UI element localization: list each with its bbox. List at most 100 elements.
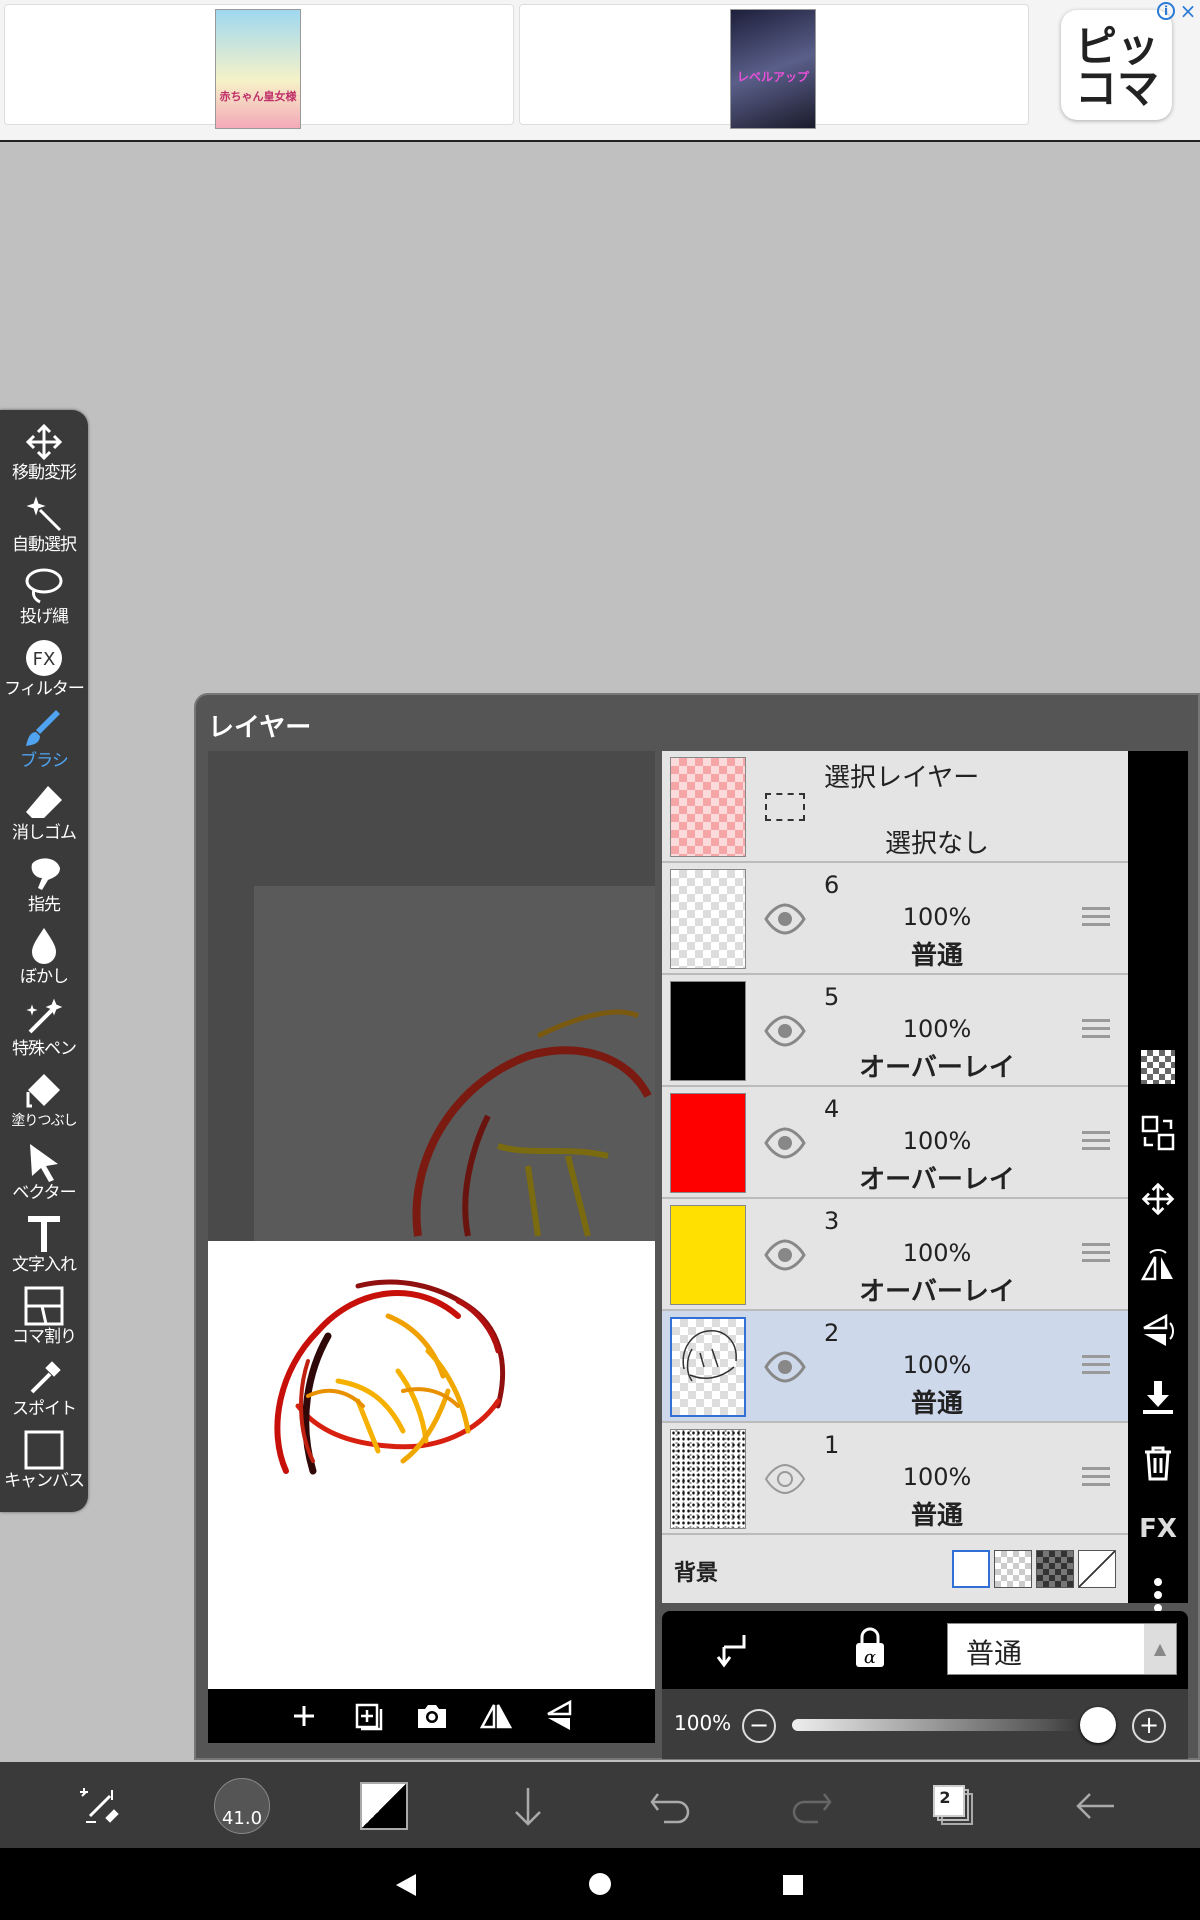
flip-vertical-button[interactable] <box>541 1697 579 1735</box>
layer-number: 5 <box>824 983 840 1011</box>
layer-row[interactable]: 6 100% 普通 <box>662 863 1128 975</box>
swap-layer-button[interactable] <box>1138 1113 1178 1153</box>
duplicate-layer-button[interactable] <box>349 1697 387 1735</box>
tool-special-pen[interactable]: 特殊ペン <box>0 998 88 1070</box>
layer-number: 6 <box>824 871 840 899</box>
tool-smudge[interactable]: 指先 <box>0 854 88 926</box>
blend-mode-select[interactable]: 普通 ▲ <box>947 1623 1177 1675</box>
layer-blend-mode: オーバーレイ <box>859 1165 1015 1195</box>
tool-blur[interactable]: ぼかし <box>0 926 88 998</box>
ad-banner[interactable]: 赤ちゃん皇女様 レベルアップ ピッ コマ i × <box>0 0 1200 142</box>
visibility-eye-icon[interactable] <box>764 1125 806 1161</box>
add-layer-button[interactable] <box>285 1697 323 1735</box>
drag-handle-icon[interactable] <box>1082 1355 1110 1379</box>
flip-layer-horizontal-button[interactable] <box>1138 1245 1178 1285</box>
background-white-option[interactable] <box>952 1550 990 1588</box>
layer-row[interactable]: 1 100% 普通 <box>662 1423 1128 1535</box>
canvas-sketch <box>274 1279 506 1475</box>
quick-menu-button[interactable] <box>70 1776 130 1836</box>
tool-label: ぼかし <box>20 967 69 987</box>
sketch-thumbnail <box>682 1330 737 1382</box>
download-button[interactable] <box>498 1776 558 1836</box>
opacity-increase-button[interactable]: + <box>1132 1709 1166 1743</box>
drag-handle-icon[interactable] <box>1082 907 1110 931</box>
ad-book-cover-2[interactable]: レベルアップ <box>730 9 816 129</box>
layer-row[interactable]: 4 100% オーバーレイ <box>662 1087 1128 1199</box>
visibility-eye-icon[interactable] <box>764 1349 806 1385</box>
transparency-lock-button[interactable] <box>1138 1047 1178 1087</box>
opacity-decrease-button[interactable]: − <box>742 1709 776 1743</box>
layer-row[interactable]: 5 100% オーバーレイ <box>662 975 1128 1087</box>
ad-logo[interactable]: ピッ コマ <box>1061 10 1172 120</box>
ad-info-icon[interactable]: i <box>1157 2 1175 20</box>
undo-button[interactable] <box>640 1776 700 1836</box>
trash-icon <box>1145 1446 1171 1481</box>
magic-wand-icon <box>0 494 88 534</box>
background-dark-option[interactable] <box>1036 1550 1074 1588</box>
tool-label: 自動選択 <box>12 535 77 555</box>
more-options-button[interactable] <box>1138 1575 1178 1615</box>
layer-opacity: 100% <box>902 1351 972 1379</box>
ad-close-icon[interactable]: × <box>1178 0 1198 22</box>
blur-drop-icon <box>0 926 88 966</box>
layer-panel-title: レイヤー <box>208 713 312 743</box>
ad-slot-1[interactable]: 赤ちゃん皇女様 <box>4 4 514 129</box>
background-none-option[interactable] <box>1078 1550 1116 1588</box>
selection-layer-row[interactable]: 選択レイヤー 選択なし <box>662 751 1128 863</box>
flip-horizontal-icon <box>1140 1249 1173 1281</box>
layers-button[interactable]: 2 <box>924 1776 984 1836</box>
background-transparent-option[interactable] <box>994 1550 1032 1588</box>
layer-row-selected[interactable]: 2 100% 普通 <box>662 1311 1128 1423</box>
tool-text[interactable]: 文字入れ <box>0 1214 88 1286</box>
ad-book-cover-1[interactable]: 赤ちゃん皇女様 <box>215 9 301 129</box>
visibility-eye-icon[interactable] <box>764 1461 806 1497</box>
flip-layer-vertical-button[interactable] <box>1138 1311 1178 1351</box>
tool-brush[interactable]: ブラシ <box>0 710 88 782</box>
alpha-lock-button[interactable]: α <box>850 1627 890 1671</box>
brush-size-indicator[interactable]: 41.0 <box>214 1778 270 1834</box>
opacity-slider-knob[interactable] <box>1080 1707 1116 1743</box>
color-swatch[interactable] <box>360 1782 408 1830</box>
tool-move-transform[interactable]: 移動変形 <box>0 422 88 494</box>
clipping-button[interactable] <box>712 1629 752 1669</box>
ad-slot-2[interactable]: レベルアップ <box>519 4 1029 129</box>
nav-back-icon[interactable] <box>394 1872 418 1898</box>
layer-preview-area[interactable] <box>208 751 655 1743</box>
layer-fx-button[interactable]: FX <box>1138 1509 1178 1549</box>
eyedropper-icon <box>0 1358 88 1398</box>
visibility-eye-icon[interactable] <box>764 1013 806 1049</box>
layer-row[interactable]: 3 100% オーバーレイ <box>662 1199 1128 1311</box>
system-navigation-bar <box>0 1848 1200 1920</box>
visibility-eye-icon[interactable] <box>764 1237 806 1273</box>
tool-canvas[interactable]: キャンバス <box>0 1430 88 1502</box>
back-button[interactable] <box>1066 1776 1126 1836</box>
nav-home-icon[interactable] <box>588 1872 612 1896</box>
merge-down-button[interactable] <box>1138 1377 1178 1417</box>
tool-panel-split[interactable]: コマ割り <box>0 1286 88 1358</box>
tool-eraser[interactable]: 消しゴム <box>0 782 88 854</box>
tool-lasso[interactable]: 投げ縄 <box>0 566 88 638</box>
drag-handle-icon[interactable] <box>1082 1019 1110 1043</box>
panel-split-icon <box>0 1286 88 1326</box>
move-layer-button[interactable] <box>1138 1179 1178 1219</box>
nav-recents-icon[interactable] <box>782 1874 804 1896</box>
flip-horizontal-button[interactable] <box>477 1697 515 1735</box>
tool-fill[interactable]: 塗りつぶし <box>0 1070 88 1142</box>
blend-mode-arrow-icon: ▲ <box>1144 1624 1176 1674</box>
drag-handle-icon[interactable] <box>1082 1467 1110 1491</box>
layer-thumbnail-canvas[interactable] <box>208 1241 655 1689</box>
tool-auto-select[interactable]: 自動選択 <box>0 494 88 566</box>
layer-panel: レイヤー 選択レイヤー 選択なし 6 100% 普通 5 100% オーバーレイ… <box>194 693 1200 1760</box>
drag-handle-icon[interactable] <box>1082 1243 1110 1267</box>
tool-eyedropper[interactable]: スポイト <box>0 1358 88 1430</box>
visibility-eye-icon[interactable] <box>764 901 806 937</box>
delete-layer-button[interactable] <box>1138 1443 1178 1483</box>
opacity-slider[interactable] <box>792 1719 1110 1731</box>
drag-handle-icon[interactable] <box>1082 1131 1110 1155</box>
tool-filter[interactable]: FX フィルター <box>0 638 88 710</box>
tool-label: 塗りつぶし <box>11 1113 77 1129</box>
vector-arrow-icon <box>0 1142 88 1182</box>
tool-vector[interactable]: ベクター <box>0 1142 88 1214</box>
import-photo-button[interactable] <box>413 1697 451 1735</box>
redo-button[interactable] <box>782 1776 842 1836</box>
